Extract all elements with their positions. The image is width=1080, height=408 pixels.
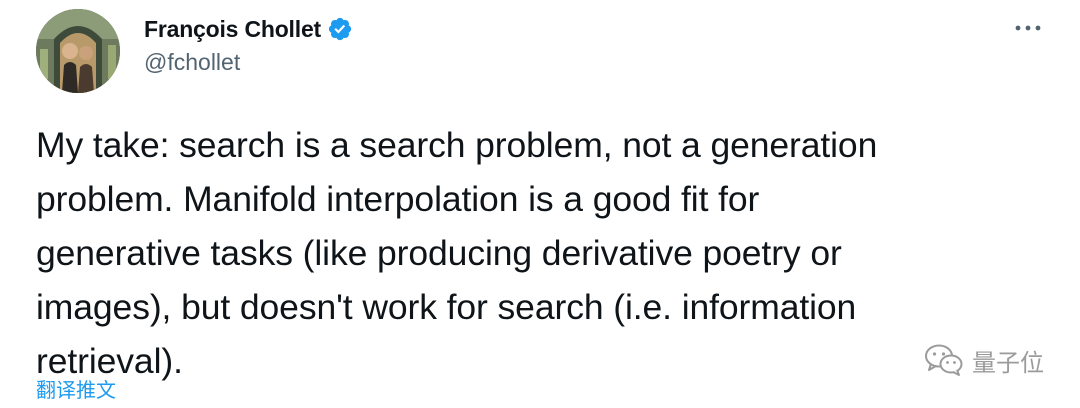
author-name-row[interactable]: François Chollet bbox=[144, 12, 353, 46]
more-options-button[interactable] bbox=[1012, 15, 1044, 41]
author-display-name[interactable]: François Chollet bbox=[144, 16, 321, 43]
more-horizontal-icon bbox=[1015, 25, 1041, 31]
wechat-icon bbox=[925, 344, 963, 376]
watermark: 量子位 bbox=[924, 340, 1044, 380]
translate-tweet-link[interactable]: 翻译推文 bbox=[36, 374, 116, 403]
tweet-text: My take: search is a search problem, not… bbox=[36, 125, 878, 381]
watermark-text: 量子位 bbox=[972, 348, 1044, 377]
avatar[interactable] bbox=[36, 9, 120, 93]
author-handle[interactable]: @fchollet bbox=[144, 49, 240, 76]
verified-badge-icon bbox=[327, 16, 353, 42]
avatar-photo bbox=[36, 9, 120, 93]
